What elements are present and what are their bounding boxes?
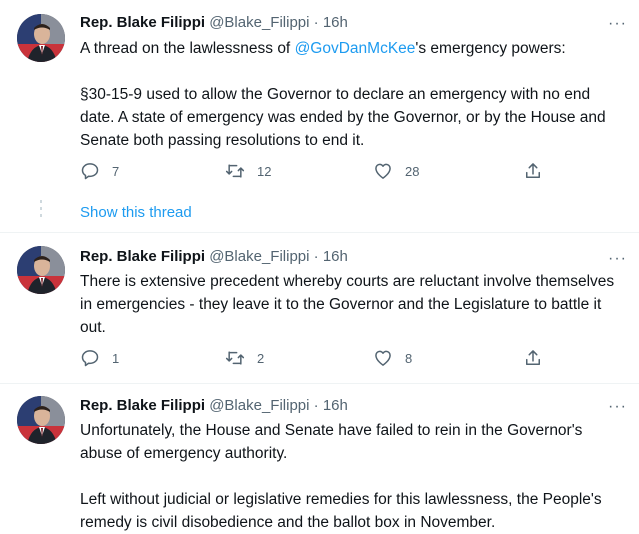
tweet-paragraph: Left without judicial or legislative rem… <box>80 491 602 531</box>
mention-link[interactable]: @GovDanMcKee <box>295 40 416 57</box>
heart-icon <box>375 163 391 179</box>
avatar[interactable] <box>17 246 65 294</box>
separator-dot: · <box>313 248 319 265</box>
tweet-text: Unfortunately, the House and Senate have… <box>80 419 628 534</box>
display-name[interactable]: Rep. Blake Filippi <box>80 397 205 414</box>
show-thread-link[interactable]: Show this thread <box>80 204 192 221</box>
tweet-paragraph: Unfortunately, the House and Senate have… <box>80 422 583 462</box>
retweet-button[interactable]: 2 <box>225 348 264 368</box>
retweet-icon <box>225 164 245 178</box>
avatar-image <box>17 14 65 62</box>
tweet-actions: 1 2 8 <box>80 348 550 370</box>
handle[interactable]: @Blake_Filippi <box>209 397 309 414</box>
handle[interactable]: @Blake_Filippi <box>209 14 309 31</box>
text-after: 's emergency powers: <box>415 40 566 57</box>
display-name[interactable]: Rep. Blake Filippi <box>80 14 205 31</box>
separator-dot: · <box>313 14 319 31</box>
share-button[interactable] <box>523 161 543 181</box>
more-icon[interactable]: ··· <box>608 16 630 32</box>
tweet-header: Rep. Blake Filippi @Blake_Filippi · 16h <box>80 247 348 267</box>
reply-icon <box>81 163 99 180</box>
display-name[interactable]: Rep. Blake Filippi <box>80 248 205 265</box>
thread-connector <box>40 200 42 203</box>
reply-icon <box>81 350 99 367</box>
retweet-button[interactable]: 12 <box>225 161 271 181</box>
share-icon <box>526 350 540 365</box>
like-button[interactable]: 8 <box>373 348 412 368</box>
tweet-paragraph: There is extensive precedent whereby cou… <box>80 273 615 336</box>
timestamp[interactable]: 16h <box>323 14 348 31</box>
text-before: A thread on the lawlessness of <box>80 40 295 57</box>
like-count: 8 <box>405 350 413 366</box>
separator-dot: · <box>313 397 319 414</box>
more-icon[interactable]: ··· <box>608 251 630 267</box>
more-icon[interactable]: ··· <box>608 399 630 415</box>
tweet-1[interactable]: Rep. Blake Filippi @Blake_Filippi · 16h … <box>0 0 639 230</box>
retweet-icon <box>225 351 245 365</box>
retweet-count: 12 <box>257 163 272 179</box>
share-icon <box>526 163 540 178</box>
tweet-paragraph: §30-15-9 used to allow the Governor to d… <box>80 86 606 149</box>
like-button[interactable]: 28 <box>373 161 419 181</box>
timestamp[interactable]: 16h <box>323 248 348 265</box>
reply-count: 7 <box>112 163 120 179</box>
tweet-2[interactable]: Rep. Blake Filippi @Blake_Filippi · 16h … <box>0 233 639 383</box>
tweet-paragraph: A thread on the lawlessness of @GovDanMc… <box>80 37 628 60</box>
thread-connector <box>40 207 42 210</box>
handle[interactable]: @Blake_Filippi <box>209 248 309 265</box>
tweet-text: There is extensive precedent whereby cou… <box>80 270 628 339</box>
avatar-image <box>17 246 65 294</box>
tweet-header: Rep. Blake Filippi @Blake_Filippi · 16h <box>80 13 348 33</box>
share-button[interactable] <box>523 348 543 368</box>
reply-button[interactable]: 1 <box>80 348 119 368</box>
tweet-header: Rep. Blake Filippi @Blake_Filippi · 16h <box>80 396 348 416</box>
tweet-3[interactable]: Rep. Blake Filippi @Blake_Filippi · 16h … <box>0 384 639 531</box>
thread-connector <box>40 214 42 217</box>
avatar[interactable] <box>17 14 65 62</box>
avatar-image <box>17 396 65 444</box>
tweet-text: A thread on the lawlessness of @GovDanMc… <box>80 37 628 152</box>
heart-icon <box>375 350 391 366</box>
reply-count: 1 <box>112 350 120 366</box>
timestamp[interactable]: 16h <box>323 397 348 414</box>
retweet-count: 2 <box>257 350 265 366</box>
like-count: 28 <box>405 163 420 179</box>
reply-button[interactable]: 7 <box>80 161 119 181</box>
avatar[interactable] <box>17 396 65 444</box>
tweet-actions: 7 12 28 <box>80 161 550 183</box>
